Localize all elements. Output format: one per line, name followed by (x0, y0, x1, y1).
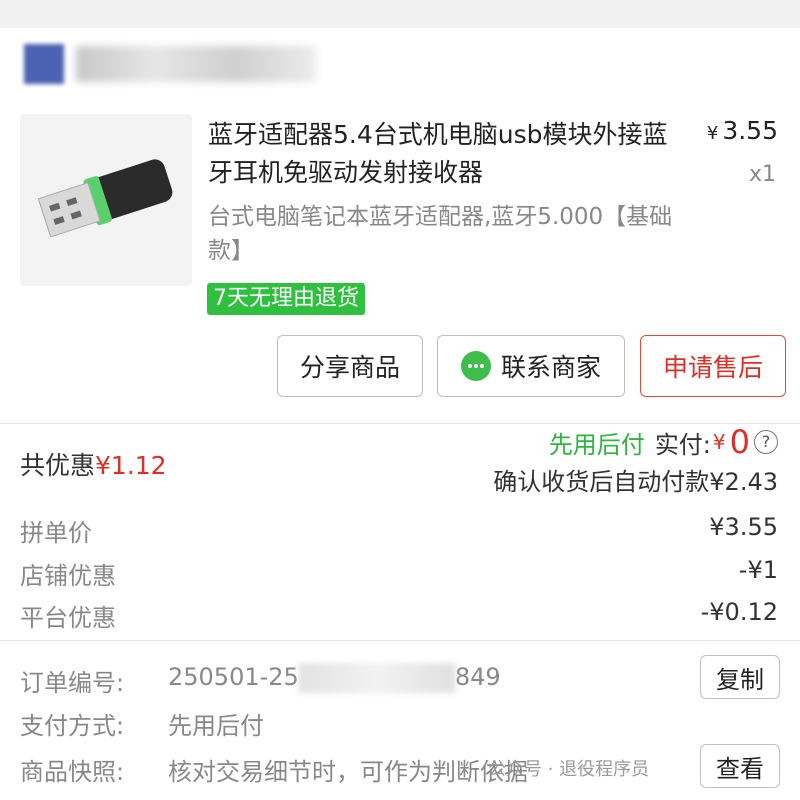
pay-method-label: 支付方式: (20, 712, 125, 740)
product-title[interactable]: 蓝牙适配器5.4台式机电脑usb模块外接蓝牙耳机免驱动发射接收器 (208, 116, 688, 192)
view-snapshot-button[interactable]: 查看 (700, 744, 780, 788)
after-sale-button[interactable]: 申请售后 (640, 335, 786, 397)
product-quantity: x1 (748, 162, 776, 187)
price-symbol: ¥ (706, 123, 719, 144)
copy-label: 复制 (716, 665, 764, 694)
breakdown-value: -¥1 (738, 556, 778, 584)
breakdown-value: -¥0.12 (700, 598, 778, 626)
order-number-label: 订单编号: (20, 669, 125, 697)
pay-later-label: 先用后付 (548, 430, 645, 459)
order-number: 250501-25 849 (168, 663, 501, 693)
order-number-redacted (298, 663, 455, 693)
product-image[interactable] (20, 114, 192, 286)
share-product-button[interactable]: 分享商品 (277, 335, 423, 397)
auto-pay-note: 确认收货后自动付款¥2.43 (493, 468, 778, 496)
paid-label: 实付: (654, 430, 711, 459)
discount-label: 共优惠 (20, 451, 96, 480)
order-number-suffix: 849 (454, 663, 501, 691)
return-policy-tag: 7天无理由退货 (207, 283, 365, 315)
paid-amount-line: 先用后付 实付: ¥ 0 ? (549, 423, 778, 461)
order-number-prefix: 250501-25 (168, 663, 299, 691)
divider (0, 640, 800, 641)
snapshot-text: 核对交易细节时，可作为判断依据 (168, 758, 528, 786)
breakdown-label: 拼单价 (20, 519, 92, 547)
price-value: 3.55 (722, 116, 778, 145)
breakdown-label: 店铺优惠 (20, 562, 116, 590)
contact-label: 联系商家 (500, 353, 601, 382)
contact-seller-button[interactable]: 联系商家 (437, 335, 625, 397)
breakdown-label: 平台优惠 (20, 604, 116, 632)
pay-method: 先用后付 (168, 712, 264, 740)
breakdown-value: ¥3.55 (709, 513, 778, 541)
shop-avatar (24, 44, 64, 84)
paid-symbol: ¥ (712, 430, 726, 454)
after-sale-label: 申请售后 (662, 353, 763, 382)
paid-amount: 0 (729, 423, 750, 461)
chat-icon (460, 351, 491, 381)
top-bar (0, 0, 800, 28)
copy-button[interactable]: 复制 (700, 655, 780, 699)
help-icon[interactable]: ? (754, 430, 778, 454)
product-price: ¥3.55 (707, 116, 778, 145)
shop-name-blurred (76, 46, 316, 82)
view-label: 查看 (716, 754, 764, 783)
discount-amount: ¥1.12 (95, 451, 167, 480)
share-label: 分享商品 (299, 353, 400, 382)
product-spec: 台式电脑笔记本蓝牙适配器,蓝牙5.000【基础款】 (208, 204, 673, 264)
usb-adapter-image (20, 114, 192, 286)
discount-total: 共优惠¥1.12 (20, 446, 167, 482)
watermark: 公众号 · 退役程序员 (488, 759, 650, 780)
snapshot-label: 商品快照: (20, 758, 125, 786)
